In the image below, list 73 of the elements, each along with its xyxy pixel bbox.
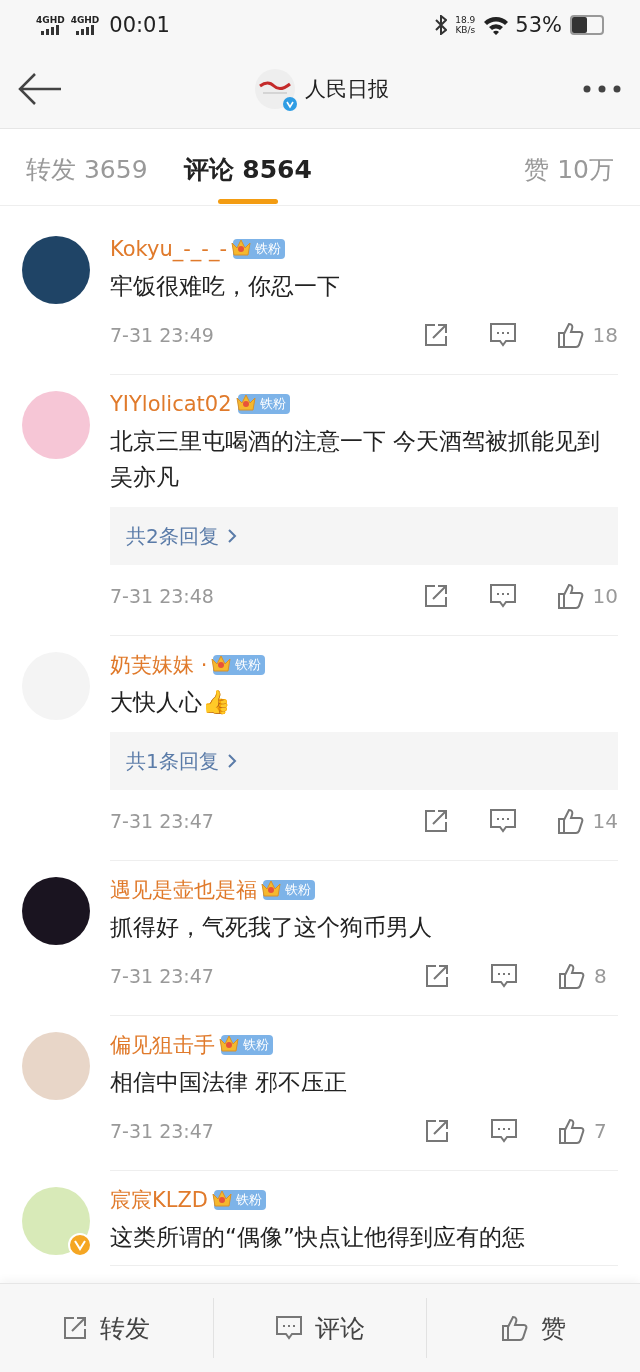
comment-text: 抓得好，气死我了这个狗币男人 [110, 913, 433, 942]
signal-icon [40, 24, 61, 35]
more-icon[interactable] [582, 84, 622, 94]
thumbs-up-icon[interactable] [556, 582, 585, 610]
comment-text: 牢饭很难吃，你忍一下 [110, 272, 341, 301]
comment-time: 7-31 23:47 [110, 965, 215, 987]
action-button[interactable]: 赞 [427, 1298, 640, 1358]
username[interactable]: 遇见是壶也是福 [110, 876, 257, 904]
verified-icon [283, 97, 297, 111]
share-icon[interactable] [422, 322, 449, 348]
chevron-icon [226, 528, 237, 544]
replies-link[interactable]: 共1条回复 [110, 732, 618, 790]
username[interactable]: Kokyu_-_-_- [110, 237, 227, 261]
thumbs-up-icon[interactable] [556, 807, 585, 835]
tab[interactable]: 转发 3659 [26, 138, 148, 206]
bluetooth-icon [435, 15, 448, 35]
account-name: 人民日报 [305, 76, 389, 103]
comment-time: 7-31 23:47 [110, 1120, 215, 1142]
comment-icon[interactable] [488, 808, 517, 834]
avatar[interactable] [22, 877, 90, 945]
share-icon[interactable] [422, 808, 449, 834]
comment-text: 大快人心👍 [110, 688, 232, 717]
comment-time: 7-31 23:48 [110, 585, 215, 607]
comment-text: 这类所谓的“偶像”快点让他得到应有的惩 [110, 1223, 526, 1252]
thumbs-up-icon[interactable] [558, 962, 586, 990]
comment-icon[interactable] [488, 583, 517, 609]
like-count: 14 [592, 809, 618, 833]
share-icon[interactable] [422, 583, 449, 609]
share-icon[interactable] [424, 1118, 450, 1144]
thumbs-up-icon[interactable] [558, 1117, 586, 1145]
comment-text: 北京三里屯喝酒的注意一下 今天酒驾被抓能见到吴亦凡 [110, 427, 602, 492]
speed-unit: KB/s [455, 25, 476, 35]
tab[interactable]: 评论 8564 [183, 138, 312, 206]
verified-icon [68, 1233, 92, 1257]
fan-badge: 铁粉 [263, 880, 315, 900]
fan-badge: 铁粉 [214, 1190, 267, 1210]
like-count: 7 [594, 1119, 608, 1143]
share-icon[interactable] [424, 963, 450, 989]
fan-badge: 铁粉 [213, 655, 266, 675]
replies-link[interactable]: 共2条回复 [110, 507, 618, 565]
comment-time: 7-31 23:47 [110, 810, 215, 832]
username[interactable]: YIYlolicat02 [110, 392, 232, 416]
battery-icon [570, 15, 604, 35]
network-label: 4GHD [36, 15, 65, 25]
comment-icon[interactable] [275, 1315, 303, 1341]
action-button[interactable]: 评论 [213, 1298, 428, 1358]
wifi-icon [483, 15, 510, 35]
signal-icon [75, 24, 95, 35]
fan-badge: 铁粉 [232, 239, 285, 259]
username[interactable]: 奶芙妹妹 · [110, 651, 208, 679]
avatar[interactable] [22, 236, 90, 304]
network-label: 4GHD [70, 15, 100, 25]
thumbs-up-icon[interactable] [556, 321, 585, 349]
username[interactable]: 偏见狙击手 [110, 1031, 215, 1059]
like-count: 10 [592, 584, 618, 608]
comment-time: 7-31 23:49 [110, 324, 215, 346]
like-count: 8 [594, 964, 608, 988]
comment-icon[interactable] [490, 963, 518, 989]
back-arrow-icon[interactable] [18, 72, 62, 106]
action-button[interactable]: 转发 [0, 1298, 214, 1358]
comment-icon[interactable] [490, 1118, 518, 1144]
clock: 00:01 [109, 13, 170, 37]
share-icon[interactable] [62, 1315, 89, 1341]
comment-text: 相信中国法律 邪不压正 [110, 1068, 349, 1097]
like-count: 18 [592, 323, 618, 347]
network-speed: 18.9 [455, 15, 476, 25]
username[interactable]: 宸宸KLZD [110, 1186, 209, 1214]
fan-badge: 铁粉 [237, 394, 290, 414]
battery-percent: 53% [515, 13, 562, 37]
tab[interactable]: 赞 10万 [524, 138, 614, 206]
comment-icon[interactable] [488, 322, 517, 348]
chevron-icon [226, 753, 237, 769]
fan-badge: 铁粉 [221, 1035, 273, 1055]
